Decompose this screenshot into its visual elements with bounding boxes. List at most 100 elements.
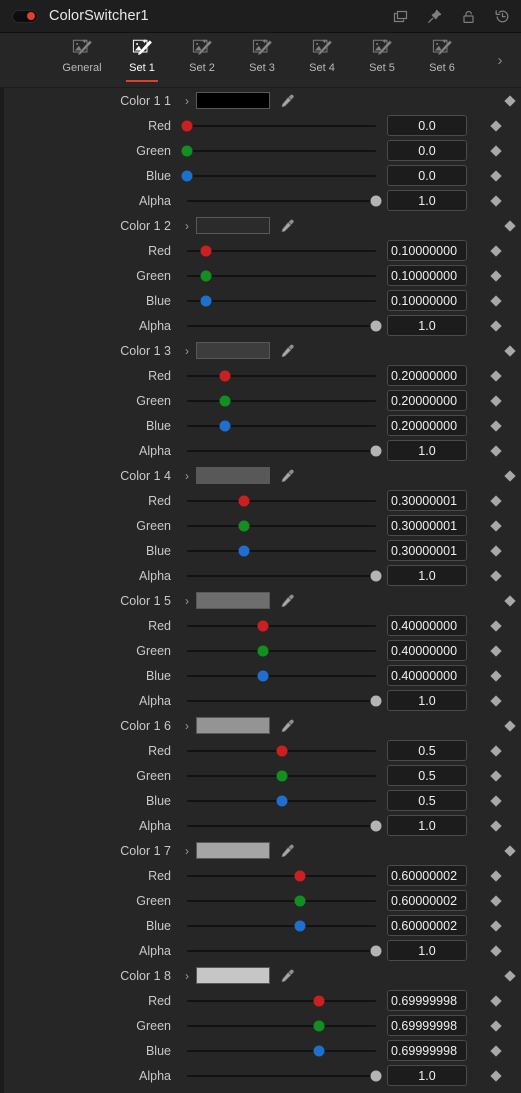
slider-handle[interactable] xyxy=(238,495,250,506)
red-slider[interactable] xyxy=(181,863,384,888)
keyframe-button[interactable] xyxy=(485,444,507,457)
blue-value-field[interactable]: 0.60000002 xyxy=(387,915,467,936)
color-swatch[interactable] xyxy=(196,592,270,609)
slider-handle[interactable] xyxy=(370,445,382,456)
alpha-value-field[interactable]: 1.0 xyxy=(387,315,467,336)
keyframe-button[interactable] xyxy=(485,744,507,757)
green-slider[interactable] xyxy=(181,138,384,163)
alpha-value-field[interactable]: 1.0 xyxy=(387,815,467,836)
slider-handle[interactable] xyxy=(200,270,212,281)
alpha-slider[interactable] xyxy=(181,563,384,588)
slider-handle[interactable] xyxy=(200,295,212,306)
node-enable-toggle[interactable] xyxy=(12,9,38,23)
keyframe-button[interactable] xyxy=(485,769,507,782)
keyframe-button[interactable] xyxy=(499,94,521,107)
alpha-value-field[interactable]: 1.0 xyxy=(387,1065,467,1086)
keyframe-button[interactable] xyxy=(485,869,507,882)
red-value-field[interactable]: 0.5 xyxy=(387,740,467,761)
blue-slider[interactable] xyxy=(181,538,384,563)
slider-handle[interactable] xyxy=(257,620,269,631)
green-slider[interactable] xyxy=(181,388,384,413)
keyframe-button[interactable] xyxy=(485,494,507,507)
slider-handle[interactable] xyxy=(219,370,231,381)
keyframe-button[interactable] xyxy=(485,894,507,907)
eyedropper-icon[interactable] xyxy=(274,343,300,358)
alpha-slider[interactable] xyxy=(181,938,384,963)
keyframe-button[interactable] xyxy=(499,344,521,357)
alpha-slider[interactable] xyxy=(181,188,384,213)
green-value-field[interactable]: 0.30000001 xyxy=(387,515,467,536)
keyframe-button[interactable] xyxy=(485,519,507,532)
keyframe-button[interactable] xyxy=(485,169,507,182)
eyedropper-icon[interactable] xyxy=(274,843,300,858)
slider-handle[interactable] xyxy=(294,870,306,881)
slider-handle[interactable] xyxy=(370,320,382,331)
keyframe-button[interactable] xyxy=(499,594,521,607)
red-slider[interactable] xyxy=(181,738,384,763)
slider-handle[interactable] xyxy=(313,1020,325,1031)
red-slider[interactable] xyxy=(181,363,384,388)
pin-icon[interactable] xyxy=(426,8,443,25)
tab-general[interactable]: General xyxy=(52,33,112,87)
keyframe-button[interactable] xyxy=(485,569,507,582)
keyframe-button[interactable] xyxy=(485,544,507,557)
red-value-field[interactable]: 0.69999998 xyxy=(387,990,467,1011)
color-swatch[interactable] xyxy=(196,967,270,984)
slider-handle[interactable] xyxy=(181,145,193,156)
slider-handle[interactable] xyxy=(294,895,306,906)
slider-handle[interactable] xyxy=(370,1070,382,1081)
red-slider[interactable] xyxy=(181,488,384,513)
keyframe-button[interactable] xyxy=(485,819,507,832)
slider-handle[interactable] xyxy=(370,945,382,956)
color-swatch[interactable] xyxy=(196,342,270,359)
color-swatch[interactable] xyxy=(196,717,270,734)
alpha-slider[interactable] xyxy=(181,813,384,838)
alpha-slider[interactable] xyxy=(181,688,384,713)
keyframe-button[interactable] xyxy=(485,419,507,432)
keyframe-button[interactable] xyxy=(485,919,507,932)
slider-handle[interactable] xyxy=(200,245,212,256)
blue-slider[interactable] xyxy=(181,788,384,813)
blue-slider[interactable] xyxy=(181,288,384,313)
alpha-value-field[interactable]: 1.0 xyxy=(387,690,467,711)
keyframe-button[interactable] xyxy=(485,144,507,157)
duplicate-icon[interactable] xyxy=(392,8,409,25)
eyedropper-icon[interactable] xyxy=(274,718,300,733)
eyedropper-icon[interactable] xyxy=(274,93,300,108)
eyedropper-icon[interactable] xyxy=(274,468,300,483)
red-value-field[interactable]: 0.20000000 xyxy=(387,365,467,386)
alpha-value-field[interactable]: 1.0 xyxy=(387,440,467,461)
keyframe-button[interactable] xyxy=(485,319,507,332)
slider-handle[interactable] xyxy=(370,820,382,831)
green-value-field[interactable]: 0.40000000 xyxy=(387,640,467,661)
keyframe-button[interactable] xyxy=(499,844,521,857)
reset-icon[interactable] xyxy=(494,8,511,25)
tab-overflow-button[interactable]: › xyxy=(489,33,511,87)
slider-handle[interactable] xyxy=(257,670,269,681)
keyframe-button[interactable] xyxy=(485,1019,507,1032)
slider-handle[interactable] xyxy=(238,520,250,531)
green-slider[interactable] xyxy=(181,888,384,913)
slider-handle[interactable] xyxy=(276,770,287,781)
green-slider[interactable] xyxy=(181,263,384,288)
green-value-field[interactable]: 0.0 xyxy=(387,140,467,161)
slider-handle[interactable] xyxy=(276,745,287,756)
keyframe-button[interactable] xyxy=(485,369,507,382)
slider-handle[interactable] xyxy=(370,695,382,706)
tab-set-2[interactable]: Set 2 xyxy=(172,33,232,87)
blue-value-field[interactable]: 0.5 xyxy=(387,790,467,811)
blue-value-field[interactable]: 0.10000000 xyxy=(387,290,467,311)
slider-handle[interactable] xyxy=(238,545,250,556)
color-swatch[interactable] xyxy=(196,842,270,859)
blue-value-field[interactable]: 0.20000000 xyxy=(387,415,467,436)
eyedropper-icon[interactable] xyxy=(274,218,300,233)
tab-set-5[interactable]: Set 5 xyxy=(352,33,412,87)
alpha-slider[interactable] xyxy=(181,438,384,463)
red-slider[interactable] xyxy=(181,988,384,1013)
blue-value-field[interactable]: 0.30000001 xyxy=(387,540,467,561)
red-slider[interactable] xyxy=(181,113,384,138)
keyframe-button[interactable] xyxy=(485,669,507,682)
green-slider[interactable] xyxy=(181,763,384,788)
blue-value-field[interactable]: 0.69999998 xyxy=(387,1040,467,1061)
tab-set-1[interactable]: Set 1 xyxy=(112,33,172,87)
